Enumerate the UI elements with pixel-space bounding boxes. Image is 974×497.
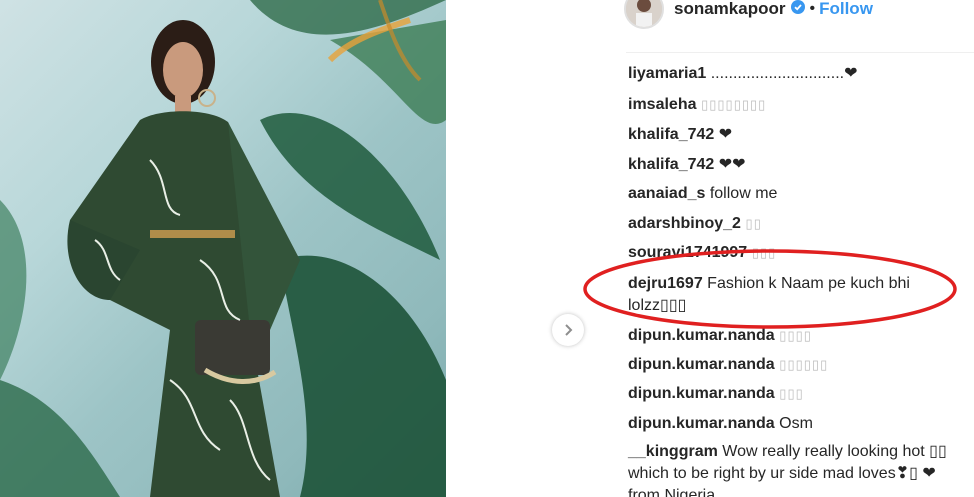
comment-item: dipun.kumar.nanda ▯▯▯ [628, 383, 974, 405]
comment-text: Osm [774, 415, 813, 432]
comment-username[interactable]: khalifa_742 [628, 126, 714, 143]
comment-username[interactable]: aanaiad_s [628, 185, 705, 202]
comment-text: ❤❤ [714, 156, 746, 173]
comment-username[interactable]: __kinggram [628, 443, 718, 460]
comment-username[interactable]: dipun.kumar.nanda [628, 385, 775, 402]
comment-item: adarshbinoy_2 ▯▯ [628, 213, 974, 235]
comment-item: khalifa_742 ❤ [628, 124, 974, 146]
comment-item: __kinggram Wow really really looking hot… [628, 441, 972, 497]
comment-item: imsaleha ▯▯▯▯▯▯▯▯ [628, 94, 974, 116]
comment-text: follow me [705, 185, 778, 202]
comment-username[interactable]: liyamaria1 [628, 65, 706, 82]
comment-text: ▯▯▯ [774, 386, 804, 401]
comment-item: liyamaria1 .............................… [628, 63, 974, 85]
comment-username[interactable]: khalifa_742 [628, 156, 714, 173]
header-divider [626, 52, 974, 53]
comment-username[interactable]: adarshbinoy_2 [628, 215, 741, 232]
comment-text: ▯▯▯▯▯▯ [774, 357, 829, 372]
chevron-right-icon [565, 324, 573, 336]
post-photo-illustration [0, 0, 446, 497]
comment-item: dipun.kumar.nanda Osm [628, 413, 974, 435]
post-author-username[interactable]: sonamkapoor [674, 0, 785, 19]
comment-item: khalifa_742 ❤❤ [628, 154, 974, 176]
avatar[interactable] [624, 0, 664, 29]
verified-badge-icon [791, 0, 806, 19]
comment-item: dipun.kumar.nanda ▯▯▯▯▯▯ [628, 354, 974, 376]
comment-username[interactable]: imsaleha [628, 96, 696, 113]
comment-username[interactable]: dipun.kumar.nanda [628, 356, 775, 373]
comment-item: aanaiad_s follow me [628, 183, 974, 205]
comment-text: ▯▯ [740, 216, 762, 231]
red-circle-annotation [583, 249, 957, 329]
comment-text: ▯▯▯▯▯▯▯▯ [696, 97, 767, 112]
follow-button[interactable]: Follow [819, 0, 873, 19]
comment-text: ..............................❤ [706, 65, 858, 82]
comment-username[interactable]: dipun.kumar.nanda [628, 415, 775, 432]
post-photo [0, 0, 446, 497]
post-header: sonamkapoor • Follow [624, 0, 873, 32]
header-separator: • [809, 0, 816, 17]
comment-text: ❤ [714, 126, 733, 143]
avatar-image [626, 0, 662, 27]
